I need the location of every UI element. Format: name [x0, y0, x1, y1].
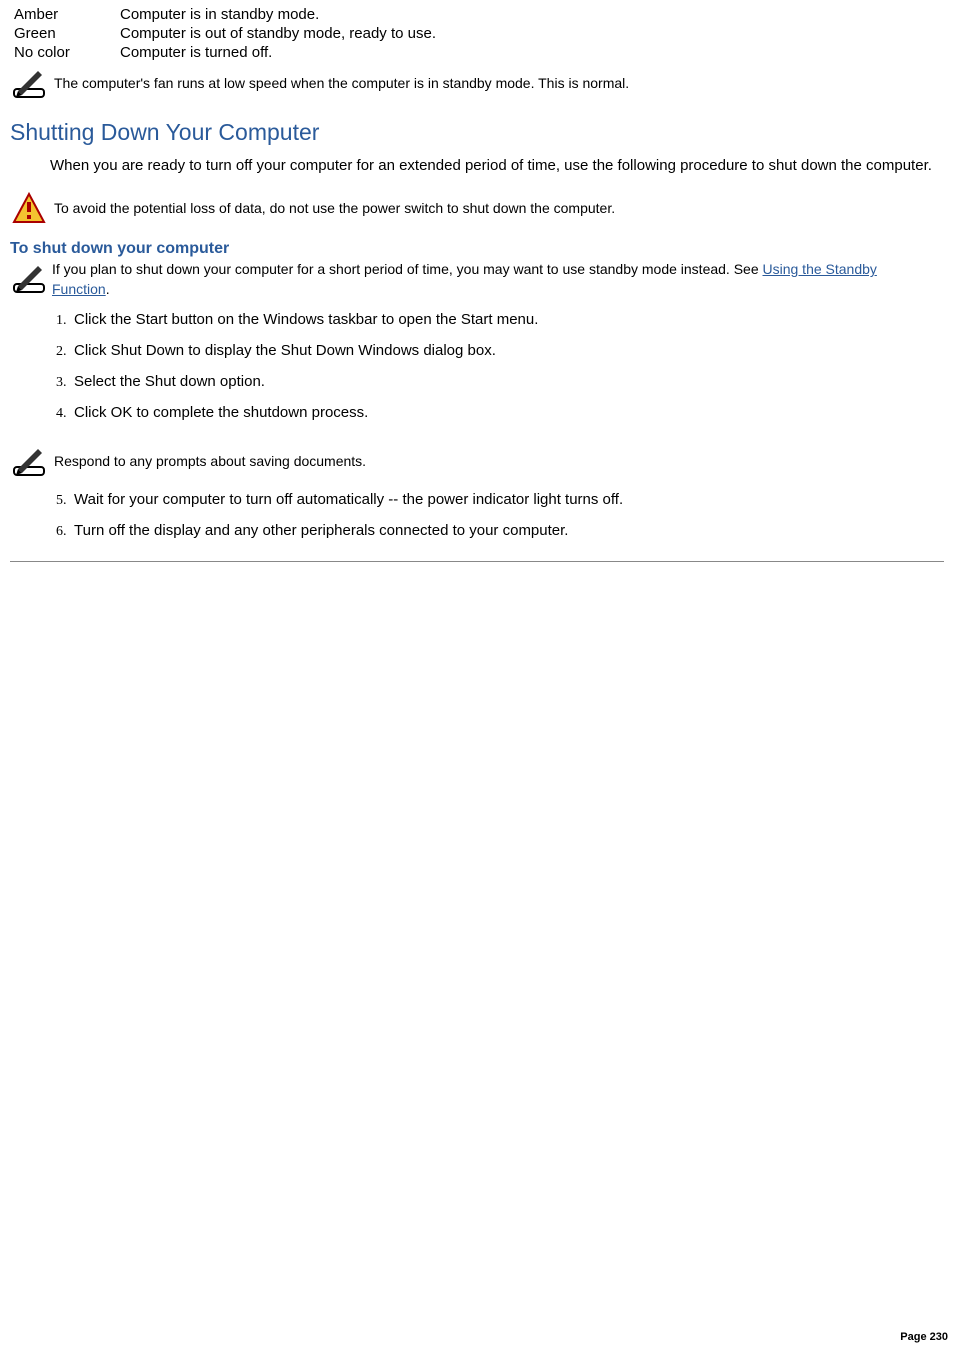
intro-paragraph: When you are ready to turn off your comp…: [50, 156, 934, 176]
standby-note: If you plan to shut down your computer f…: [10, 260, 934, 299]
list-item: Wait for your computer to turn off autom…: [70, 491, 930, 522]
list-item: Click OK to complete the shutdown proces…: [70, 404, 930, 435]
pencil-note-icon: [10, 65, 48, 101]
note-text: The computer's fan runs at low speed whe…: [54, 65, 629, 91]
status-desc: Computer is in standby mode.: [120, 6, 442, 25]
steps-list: Click the Start button on the Windows ta…: [46, 311, 944, 435]
status-desc: Computer is out of standby mode, ready t…: [120, 25, 442, 44]
sub-heading: To shut down your computer: [10, 240, 944, 258]
table-row: No color Computer is turned off.: [14, 44, 442, 63]
document-page: Amber Computer is in standby mode. Green…: [0, 0, 954, 1351]
section-heading: Shutting Down Your Computer: [10, 119, 944, 146]
list-item: Select the Shut down option.: [70, 373, 930, 404]
status-table: Amber Computer is in standby mode. Green…: [14, 6, 442, 63]
standby-note-post: .: [106, 281, 110, 297]
list-item: Click the Start button on the Windows ta…: [70, 311, 930, 342]
table-row: Green Computer is out of standby mode, r…: [14, 25, 442, 44]
status-label: Green: [14, 25, 120, 44]
note-block: Respond to any prompts about saving docu…: [10, 443, 944, 479]
steps-list: Wait for your computer to turn off autom…: [46, 491, 944, 553]
warning-icon: [10, 190, 48, 226]
separator: [10, 561, 944, 562]
standby-note-pre: If you plan to shut down your computer f…: [52, 261, 763, 277]
list-item: Turn off the display and any other perip…: [70, 522, 930, 553]
list-item: Click Shut Down to display the Shut Down…: [70, 342, 930, 373]
status-label: No color: [14, 44, 120, 63]
note-text: Respond to any prompts about saving docu…: [54, 443, 366, 469]
status-desc: Computer is turned off.: [120, 44, 442, 63]
pencil-note-icon: [10, 260, 48, 296]
table-row: Amber Computer is in standby mode.: [14, 6, 442, 25]
page-number: Page 230: [900, 1331, 948, 1343]
warning-text: To avoid the potential loss of data, do …: [54, 190, 615, 216]
status-label: Amber: [14, 6, 120, 25]
warning-block: To avoid the potential loss of data, do …: [10, 190, 944, 226]
note-block: The computer's fan runs at low speed whe…: [10, 65, 944, 101]
pencil-note-icon: [10, 443, 48, 479]
